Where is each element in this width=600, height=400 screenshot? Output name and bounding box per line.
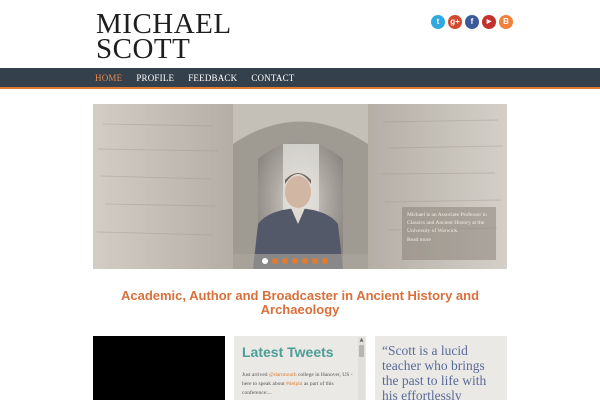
slider-dot[interactable] xyxy=(272,258,278,264)
slider-dot[interactable] xyxy=(282,258,288,264)
hero-caption-text: Michael is an Associate Professor in Cla… xyxy=(407,212,487,234)
slider-dot[interactable] xyxy=(262,258,268,264)
slider-dot[interactable] xyxy=(322,258,328,264)
testimonial-quote: “Scott is a lucid teacher who brings the… xyxy=(382,343,487,400)
read-more-link[interactable]: Read more xyxy=(407,237,491,243)
scroll-up-arrow-icon[interactable]: ▲ xyxy=(358,337,365,344)
nav-item-profile[interactable]: PROFILE xyxy=(136,73,174,83)
blogger-icon[interactable]: B xyxy=(499,15,513,29)
google-plus-icon[interactable]: g+ xyxy=(448,15,462,29)
latest-tweets-title: Latest Tweets xyxy=(242,344,334,360)
tweet-mention-link[interactable]: @dartmouth xyxy=(269,372,297,378)
slider-dot[interactable] xyxy=(292,258,298,264)
twitter-icon[interactable]: t xyxy=(431,15,445,29)
testimonial-panel: “Scott is a lucid teacher who brings the… xyxy=(375,336,507,400)
tweet-item: Just arrived @dartmouth college in Hanov… xyxy=(242,371,354,398)
site-tagline: Academic, Author and Broadcaster in Anci… xyxy=(120,288,480,317)
video-embed[interactable] xyxy=(93,336,225,400)
social-links: t g+ f ▶ B xyxy=(431,15,513,29)
main-nav: HOME PROFILE FEEDBACK CONTACT xyxy=(0,68,600,89)
nav-item-home[interactable]: HOME xyxy=(95,73,122,83)
hero-caption-box: Michael is an Associate Professor in Cla… xyxy=(402,207,496,260)
nav-item-feedback[interactable]: FEEDBACK xyxy=(188,73,237,83)
scrollbar-thumb[interactable] xyxy=(359,345,364,357)
tweet-text-part: Just arrived xyxy=(242,372,269,378)
latest-tweets-panel: Latest Tweets Just arrived @dartmouth co… xyxy=(234,336,366,400)
slider-dot[interactable] xyxy=(302,258,308,264)
tweet-hashtag-link[interactable]: #delphi xyxy=(286,381,303,387)
slider-dots xyxy=(262,258,328,264)
logo-line-2: SCOTT xyxy=(96,33,191,65)
slider-dot[interactable] xyxy=(312,258,318,264)
youtube-icon[interactable]: ▶ xyxy=(482,15,496,29)
site-logo[interactable]: MICHAEL SCOTT xyxy=(96,10,231,65)
nav-item-contact[interactable]: CONTACT xyxy=(251,73,294,83)
tweets-scrollbar[interactable]: ▲ xyxy=(358,337,365,400)
facebook-icon[interactable]: f xyxy=(465,15,479,29)
